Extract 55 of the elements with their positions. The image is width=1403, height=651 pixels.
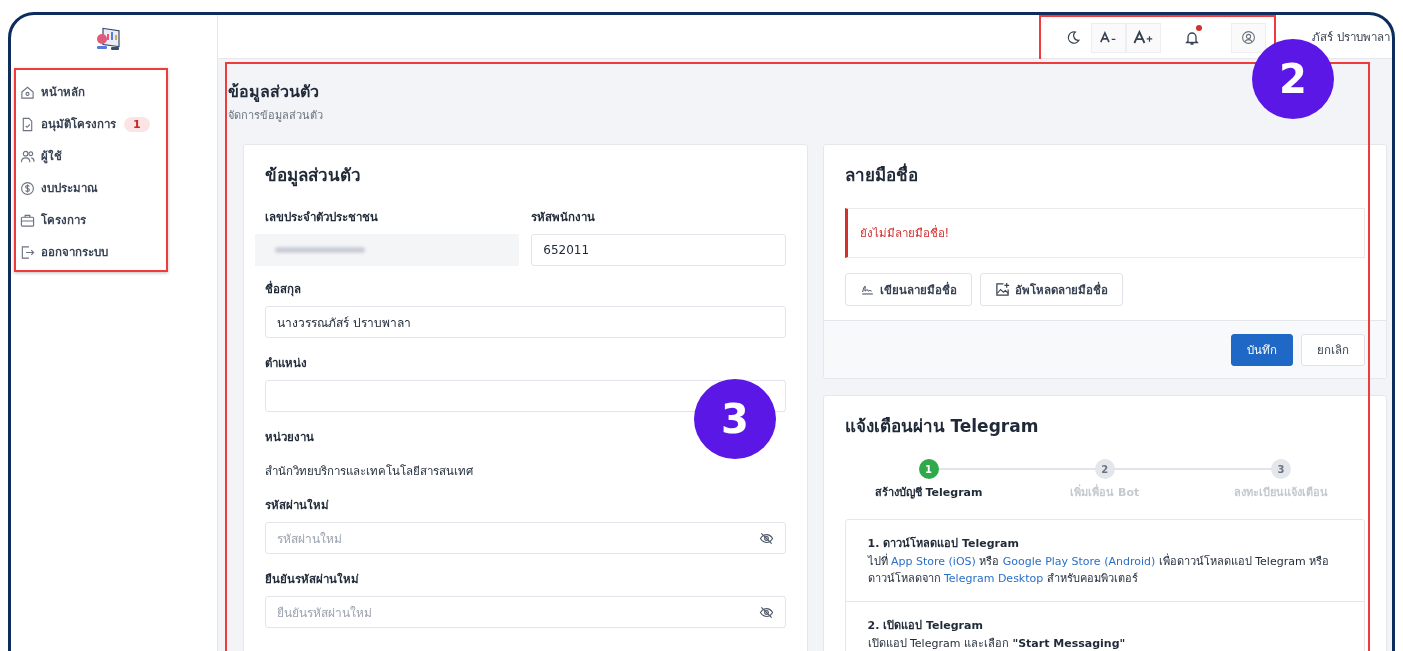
field-label: รหัสพนักงาน bbox=[531, 209, 597, 226]
font-increase-icon bbox=[1132, 30, 1155, 45]
count-badge: 1 bbox=[124, 116, 150, 132]
users-icon bbox=[20, 148, 35, 164]
card-title: ข้อมูลส่วนตัว bbox=[265, 164, 362, 188]
field-label: ยืนยันรหัสผ่านใหม่ bbox=[265, 571, 360, 588]
eye-off-icon[interactable] bbox=[758, 530, 774, 546]
step-number: 2 bbox=[1094, 459, 1115, 479]
input-field[interactable]: 652011 bbox=[531, 234, 786, 266]
field-label: หน่วยงาน bbox=[265, 429, 315, 446]
sidebar-item[interactable]: ผู้ใช้ bbox=[20, 140, 166, 172]
instruction-text: ไปที่ App Store (iOS) หรือ Google Play Store (Android) เพื่อดาวน์โหลดแอป Telegram หรือดาวน์โหลดจาก Telegram Desktop สำหรับคอมพิวเตอร์ bbox=[867, 554, 1331, 587]
signature-icon bbox=[859, 283, 875, 296]
field-label: รหัสผ่านใหม่ bbox=[265, 497, 330, 514]
font-decrease-button[interactable] bbox=[1091, 22, 1127, 53]
sidebar-item[interactable]: งบประมาณ bbox=[20, 172, 166, 204]
briefcase-icon bbox=[20, 212, 35, 228]
field-label: เลขประจำตัวประชาชน bbox=[265, 209, 379, 226]
eye-off-icon[interactable] bbox=[758, 604, 774, 620]
page-title: ข้อมูลส่วนตัว bbox=[228, 81, 319, 104]
cancel-button[interactable]: ยกเลิก bbox=[1301, 333, 1365, 366]
image-upload-icon bbox=[994, 282, 1010, 297]
font-increase-button[interactable] bbox=[1126, 22, 1162, 53]
bell-icon bbox=[1184, 29, 1201, 46]
instruction-title: 2. เปิดแอป Telegram bbox=[867, 618, 984, 634]
instruction-text: เปิดแอป Telegram และเลือก "Start Messaging" bbox=[867, 636, 1127, 651]
user-icon bbox=[1241, 30, 1257, 45]
card-title: ลายมือชื่อ bbox=[844, 162, 919, 187]
warning-alert: ยังไม่มีลายมือชื่อ! bbox=[844, 208, 1365, 258]
step-label[interactable]: สร้างบัญชี Telegram bbox=[874, 483, 983, 501]
sidebar-item[interactable]: ออกจากระบบ bbox=[20, 236, 166, 268]
input-field[interactable]: นางวรรณภัสร์ ปราบพาลา bbox=[265, 306, 786, 338]
field-label: ชื่อสกุล bbox=[265, 280, 302, 298]
sidebar-item[interactable]: อนุมัติโครงการ 1 bbox=[20, 108, 166, 140]
sidebar-item[interactable]: หน้าหลัก bbox=[20, 76, 166, 108]
profile-button[interactable] bbox=[1231, 22, 1267, 53]
instruction-title: 1. ดาวน์โหลดแอป Telegram bbox=[867, 535, 1020, 552]
document-icon bbox=[20, 116, 35, 132]
step-number: 1 bbox=[918, 459, 939, 479]
page-subtitle: จัดการข้อมูลส่วนตัว bbox=[228, 108, 324, 124]
field-label: ตำแหน่ง bbox=[265, 355, 308, 372]
sidebar-item[interactable]: โครงการ bbox=[20, 204, 166, 236]
logout-icon bbox=[20, 244, 35, 260]
step-number: 3 bbox=[1270, 459, 1291, 479]
draw-signature-button[interactable]: เขียนลายมือชื่อ bbox=[844, 273, 972, 306]
field-value: สำนักวิทยบริการและเทคโนโลยีสารสนเทศ bbox=[265, 463, 474, 480]
upload-signature-button[interactable]: อัพโหลดลายมือชื่อ bbox=[979, 273, 1123, 306]
store-link[interactable]: Telegram Desktop bbox=[944, 571, 1044, 585]
store-link[interactable]: Google Play Store (Android) bbox=[1002, 555, 1156, 568]
home-icon bbox=[20, 84, 35, 100]
moon-icon bbox=[1065, 30, 1081, 45]
save-button[interactable]: บันทึก bbox=[1231, 333, 1293, 366]
store-link[interactable]: App Store (iOS) bbox=[891, 555, 976, 568]
coin-icon bbox=[20, 180, 35, 196]
card-title: แจ้งเตือนผ่าน Telegram bbox=[844, 415, 1040, 438]
